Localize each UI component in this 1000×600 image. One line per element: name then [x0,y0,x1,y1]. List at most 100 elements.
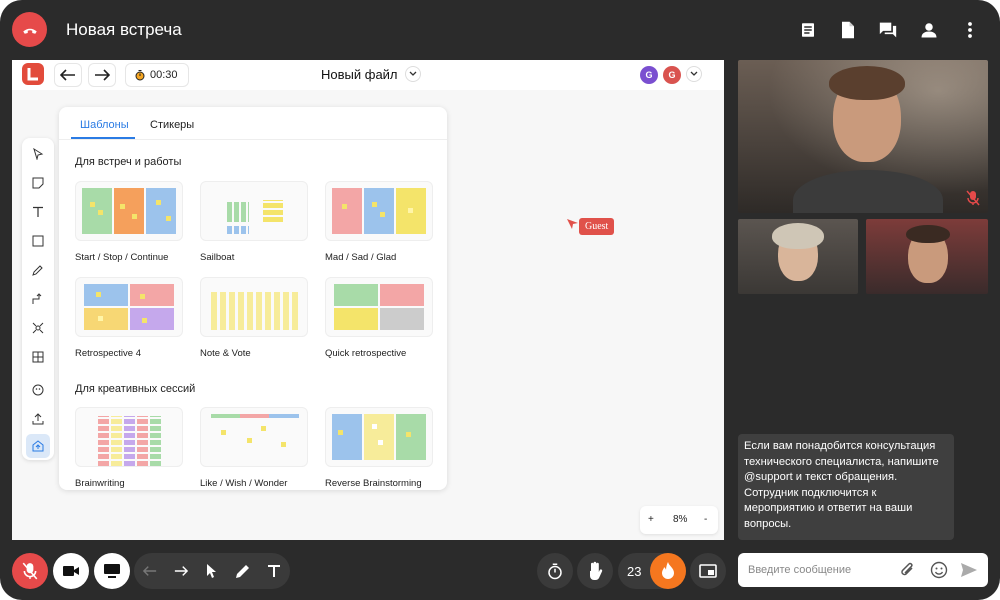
templates-panel: Шаблоны Стикеры Для встреч и работы Star… [59,107,447,490]
template-card[interactable] [75,407,183,467]
template-card[interactable] [325,181,433,241]
emoji-icon[interactable] [930,561,948,579]
notes-button[interactable] [796,18,820,42]
select-tool[interactable] [26,142,50,166]
upload-tool[interactable] [26,407,50,431]
template-label: Start / Stop / Continue [75,252,169,263]
annotation-toolbar [134,553,290,589]
paperclip-icon[interactable] [900,561,916,579]
raise-hand-button[interactable] [577,553,613,589]
participants-menu-button[interactable] [686,66,702,82]
shape-tool[interactable] [26,229,50,253]
cursor-label: Guest [579,218,615,235]
chevron-down-icon [409,71,417,76]
chat-button[interactable] [876,18,900,42]
avatar[interactable]: G [640,66,658,84]
meeting-title: Новая встреча [66,20,182,39]
mindmap-tool[interactable] [26,316,50,340]
mic-toggle-button[interactable] [12,553,48,589]
avatar[interactable]: G [663,66,681,84]
text-icon [33,206,43,217]
picture-in-picture-icon [699,564,717,578]
sticker-icon [32,384,44,396]
template-card[interactable] [75,181,183,241]
template-label: Brainwriting [75,478,125,489]
text-icon [268,565,280,577]
file-name[interactable]: Новый файл [321,67,398,82]
template-label: Like / Wish / Wonder [200,478,288,489]
annotation-redo-button[interactable] [169,559,193,583]
video-participant[interactable] [866,219,988,294]
templates-tool[interactable] [26,434,50,458]
template-label: Note & Vote [200,348,251,359]
template-label: Reverse Brainstorming [325,478,422,489]
arrow-left-icon [60,69,75,81]
send-icon[interactable] [960,562,978,578]
template-card[interactable] [75,277,183,337]
hand-icon [590,561,603,581]
cursor-pointer-icon [567,219,578,229]
board-toolbar [22,138,54,460]
connector-tool[interactable] [26,287,50,311]
template-card[interactable] [200,181,308,241]
annotation-undo-button[interactable] [138,559,162,583]
chat-icon [879,22,897,38]
message-input[interactable]: Введите сообщение [738,553,988,587]
stopwatch-icon [548,563,562,580]
fire-icon [662,562,674,579]
app-logo [22,63,44,85]
arrow-right-icon [174,566,188,576]
stopwatch-icon [135,70,145,81]
pen-tool[interactable] [26,258,50,282]
participants-button[interactable] [917,18,941,42]
more-button[interactable] [958,18,982,42]
mic-off-icon [22,562,38,580]
redo-button[interactable] [88,63,116,87]
logo-icon [27,68,38,81]
section-title: Для встреч и работы [75,156,182,168]
tab-stickers[interactable]: Стикеры [150,119,194,131]
divider [59,139,447,140]
template-card[interactable] [325,277,433,337]
fire-reaction-button[interactable] [650,553,686,589]
template-card[interactable] [200,407,308,467]
whiteboard[interactable]: 00:30 Новый файл G G Шаблоны Стикеры Для… [12,60,724,540]
undo-button[interactable] [54,63,82,87]
document-button[interactable] [836,18,860,42]
templates-icon [32,440,44,452]
video-main[interactable] [738,60,988,213]
arrow-left-icon [143,566,157,576]
zoom-level: 8% [673,514,688,525]
monitor-icon [104,564,120,578]
table-tool[interactable] [26,345,50,369]
video-participant[interactable] [738,219,858,294]
annotation-pointer-button[interactable] [200,559,224,583]
timer[interactable]: 00:30 [125,63,189,87]
annotation-pen-button[interactable] [231,559,255,583]
template-card[interactable] [200,277,308,337]
sticker-tool[interactable] [26,378,50,402]
camera-toggle-button[interactable] [53,553,89,589]
arrow-right-icon [95,69,110,81]
sticky-tool[interactable] [26,171,50,195]
pointer-icon [207,564,216,578]
layout-toggle-button[interactable] [690,553,726,589]
end-call-icon [22,28,37,34]
video-camera-icon [63,566,79,576]
file-menu-button[interactable] [405,66,421,82]
pencil-icon [32,265,43,276]
cursor-icon [33,148,44,160]
tab-templates[interactable]: Шаблоны [80,119,129,131]
annotation-text-button[interactable] [262,559,286,583]
template-card[interactable] [325,407,433,467]
zoom-out-button[interactable]: - [704,514,707,525]
timer-button[interactable] [537,553,573,589]
end-call-button[interactable] [12,12,47,47]
square-icon [32,235,44,247]
top-bar: Новая встреча [0,0,1000,60]
reactions-control[interactable]: 23 [618,553,686,589]
template-label: Sailboat [200,252,235,263]
screen-share-button[interactable] [94,553,130,589]
zoom-in-button[interactable]: + [648,514,654,525]
text-tool[interactable] [26,200,50,224]
